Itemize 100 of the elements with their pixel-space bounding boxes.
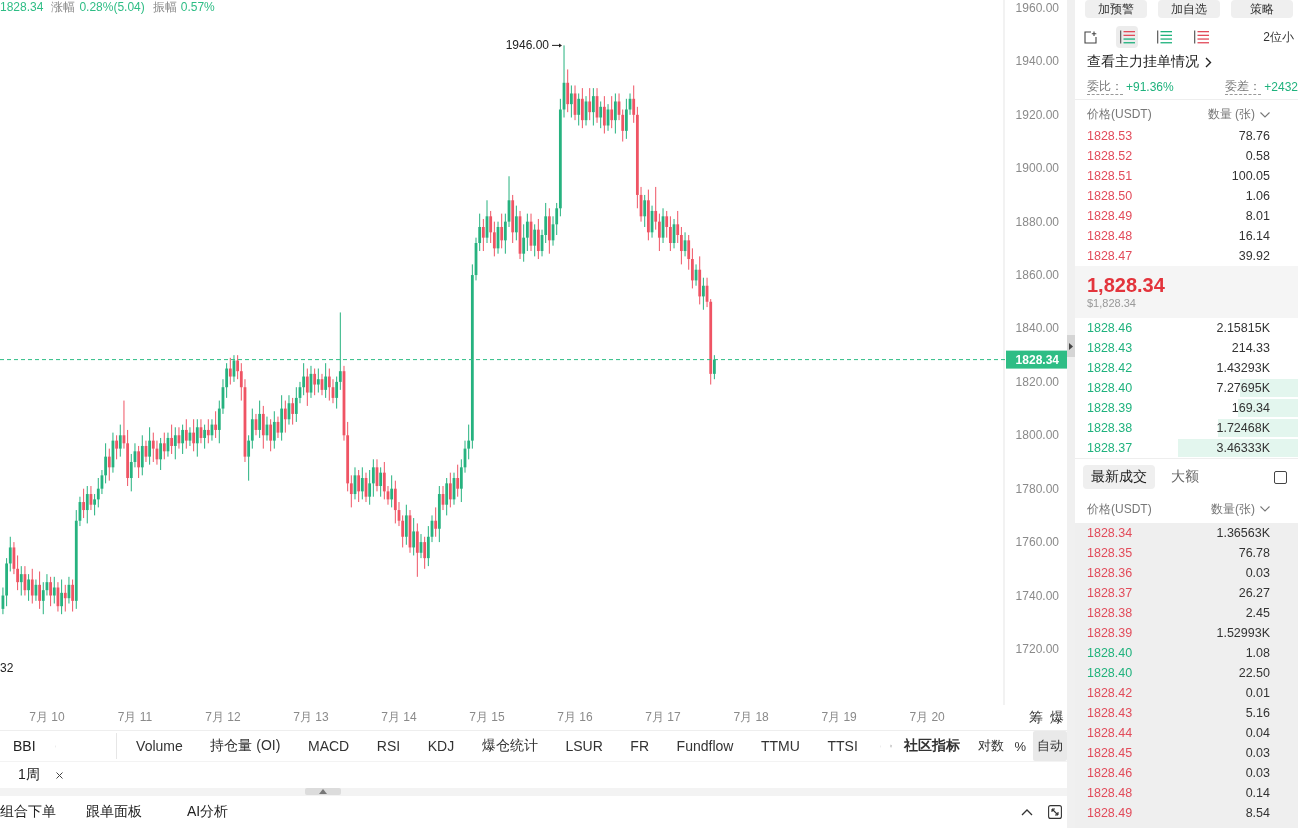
bid-amount: 1.72468K: [1216, 421, 1270, 435]
axis-tool-button[interactable]: 爆: [1050, 709, 1064, 727]
ask-amount: 78.76: [1238, 129, 1270, 143]
min-price-label: 32: [0, 661, 14, 675]
list-icon: [1193, 30, 1209, 44]
x-axis-label: 7月 16: [557, 710, 593, 724]
y-axis-label: 1880.00: [1015, 214, 1059, 229]
trades-tab[interactable]: 大额: [1163, 465, 1207, 489]
trade-price: 1828.44: [1087, 726, 1133, 740]
axis-tool-button[interactable]: 筹: [1029, 709, 1043, 727]
chevron-up-icon[interactable]: [1021, 808, 1033, 816]
y-axis-label: 1840.00: [1015, 321, 1059, 336]
ask-amount: 1.06: [1245, 189, 1270, 203]
trade-amount: 76.78: [1238, 546, 1270, 560]
ask-amount: 39.92: [1238, 249, 1270, 263]
action-button[interactable]: 加自选: [1158, 0, 1220, 18]
bottom-panel-tab[interactable]: 跟单面板: [86, 803, 142, 821]
square-plus-icon[interactable]: [1084, 30, 1097, 44]
bid-amount: 3.46333K: [1216, 441, 1270, 455]
trade-amount: 0.01: [1245, 686, 1270, 700]
scale-option[interactable]: 对数: [975, 733, 1008, 759]
trade-amount: 0.03: [1245, 766, 1270, 780]
trade-price: 1828.43: [1087, 706, 1133, 720]
indicator-tab[interactable]: TTMU: [761, 737, 800, 755]
bid-amount: 1.43293K: [1216, 361, 1270, 375]
expand-icon[interactable]: [1048, 805, 1062, 819]
column-header: 价格(USDT): [1087, 500, 1152, 518]
y-axis-label: 1720.00: [1015, 641, 1059, 656]
bid-amount: 169.34: [1231, 401, 1270, 415]
trade-price: 1828.34: [1087, 526, 1133, 540]
chevron-right-icon: [1205, 56, 1212, 68]
x-axis-label: 7月 13: [293, 710, 329, 724]
trade-price: 1828.35: [1087, 546, 1133, 560]
scale-option[interactable]: 自动: [1033, 731, 1067, 761]
indicator-tab[interactable]: Volume: [136, 737, 183, 755]
stat-value: 0.28%(5.04): [79, 0, 145, 14]
community-indicators-button[interactable]: 社区指标: [904, 737, 961, 755]
action-button[interactable]: 策略: [1231, 0, 1293, 18]
indicator-tab[interactable]: 持仓量 (OI): [210, 737, 281, 755]
x-axis-label: 7月 20: [909, 710, 945, 724]
ask-price: 1828.51: [1087, 169, 1133, 183]
y-axis-label: 1900.00: [1015, 161, 1059, 176]
panel-toggle-handle[interactable]: [305, 788, 341, 795]
trade-amount: 1.36563K: [1216, 526, 1270, 540]
scale-option[interactable]: %: [1011, 734, 1029, 758]
difference-label: 委差：: [1225, 78, 1262, 95]
checkbox[interactable]: [1274, 470, 1287, 484]
ask-price: 1828.50: [1087, 189, 1133, 203]
amount-unit-dropdown[interactable]: 数量 (张): [1207, 106, 1270, 123]
y-axis-label: 1780.00: [1015, 481, 1059, 496]
precision-selector[interactable]: 2位小: [1263, 28, 1298, 46]
bid-amount: 2.15815K: [1216, 321, 1270, 335]
trade-amount: 22.50: [1238, 666, 1270, 680]
trade-amount: 8.54: [1245, 806, 1270, 820]
indicator-tab[interactable]: KDJ: [427, 737, 455, 755]
main-indicator-tab[interactable]: BBI: [13, 738, 36, 754]
last-price-usd: $1,828.34: [1087, 296, 1136, 310]
indicator-tab[interactable]: 爆仓统计: [481, 737, 538, 755]
y-axis-label: 1760.00: [1015, 535, 1059, 550]
book-view-button[interactable]: [1116, 26, 1138, 48]
bid-price: 1828.37: [1087, 441, 1133, 455]
bid-price: 1828.42: [1087, 361, 1133, 375]
split-list-icon: [1119, 30, 1135, 44]
y-axis-label: 1800.00: [1015, 428, 1059, 443]
action-button[interactable]: 加预警: [1085, 0, 1147, 18]
x-axis-label: 7月 11: [117, 710, 153, 724]
ask-price: 1828.48: [1087, 229, 1133, 243]
indicator-tab[interactable]: RSI: [376, 737, 401, 755]
y-axis-label: 1820.00: [1015, 374, 1059, 389]
bottom-panel-tab[interactable]: 组合下单: [0, 803, 56, 821]
close-icon[interactable]: [55, 771, 63, 779]
last-price: 1828.34: [0, 0, 44, 14]
bid-amount: 214.33: [1231, 341, 1270, 355]
depth-link[interactable]: 查看主力挂单情况: [1075, 50, 1212, 74]
indicator-tab[interactable]: LSUR: [565, 737, 603, 755]
trades-tab[interactable]: 最新成交: [1083, 465, 1155, 489]
ratio-label: 委比：: [1087, 78, 1123, 95]
y-axis-label: 1860.00: [1015, 268, 1059, 283]
bid-price: 1828.40: [1087, 381, 1133, 395]
ask-amount: 8.01: [1245, 209, 1270, 223]
x-axis-label: 7月 12: [205, 710, 241, 724]
ask-amount: 16.14: [1238, 229, 1270, 243]
trade-price: 1828.36: [1087, 566, 1133, 580]
ref-line-label: 1828.34: [1015, 352, 1060, 367]
y-axis-label: 1920.00: [1015, 107, 1059, 122]
bottom-panel-tab[interactable]: AI分析: [187, 803, 229, 821]
indicator-tab[interactable]: Fundflow: [676, 737, 734, 755]
trade-amount: 5.16: [1245, 706, 1270, 720]
ratio-value: +91.36%: [1126, 79, 1174, 94]
indicator-tab[interactable]: TTSI: [827, 737, 858, 755]
indicator-tab[interactable]: MACD: [308, 737, 350, 755]
caret-right-icon: [1069, 342, 1073, 350]
stat-label: 振幅: [152, 0, 177, 14]
indicator-tab[interactable]: FR: [630, 737, 649, 755]
ask-price: 1828.53: [1087, 129, 1133, 143]
trade-price: 1828.46: [1087, 766, 1133, 780]
panel-collapse-handle[interactable]: [1067, 335, 1075, 357]
ask-price: 1828.49: [1087, 209, 1133, 223]
x-axis-label: 7月 18: [733, 710, 769, 724]
amount-unit-dropdown[interactable]: 数量(张): [1211, 500, 1270, 518]
